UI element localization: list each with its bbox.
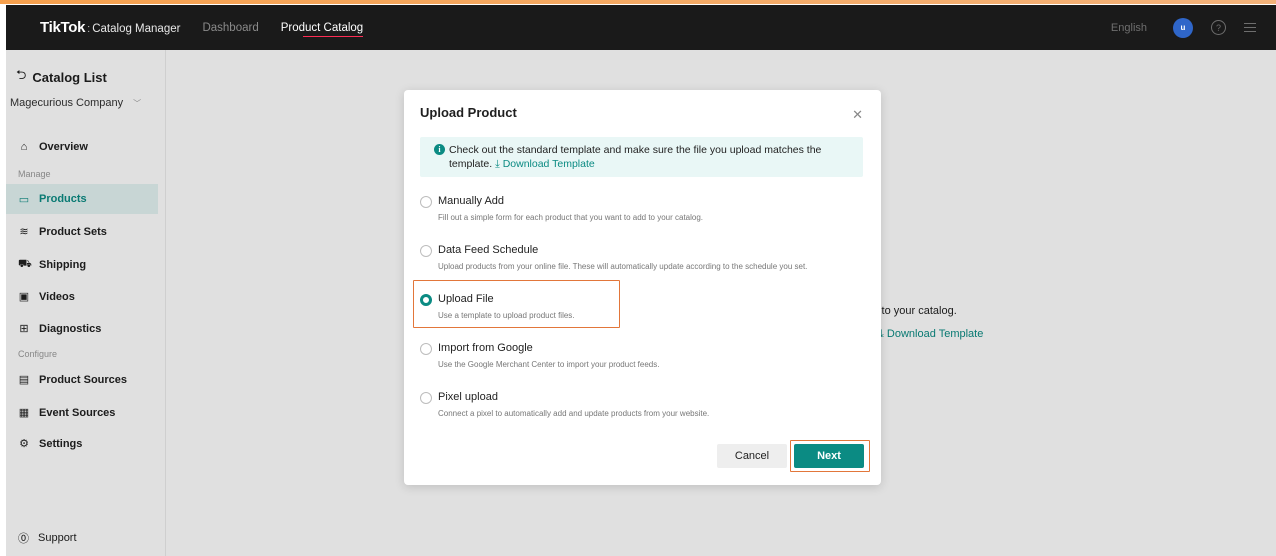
option-description: Upload products from your online file. T… [438, 262, 808, 271]
option-title: Data Feed Schedule [438, 244, 539, 256]
option-import-from-google[interactable]: Import from Google Use the Google Mercha… [420, 342, 860, 374]
option-title: Import from Google [438, 342, 533, 354]
option-data-feed-schedule[interactable]: Data Feed Schedule Upload products from … [420, 244, 860, 276]
option-title: Pixel upload [438, 391, 498, 403]
nav-dashboard[interactable]: Dashboard [202, 5, 258, 50]
next-button-highlight [790, 440, 870, 472]
help-icon[interactable]: ? [1211, 20, 1226, 35]
upload-product-modal: Upload Product ✕ i Check out the standar… [404, 90, 881, 485]
upload-file-highlight [413, 280, 620, 328]
language-selector[interactable]: English [1111, 22, 1147, 34]
option-description: Use the Google Merchant Center to import… [438, 360, 660, 369]
avatar[interactable]: u [1173, 17, 1193, 38]
brand-subtitle: Catalog Manager [92, 23, 181, 35]
radio-import-from-google[interactable] [420, 343, 432, 355]
option-title: Manually Add [438, 195, 505, 207]
radio-manually-add[interactable] [420, 196, 432, 208]
option-description: Fill out a simple form for each product … [438, 213, 704, 222]
nav-product-catalog[interactable]: Product Catalog [280, 5, 364, 50]
info-icon: i [434, 144, 445, 155]
close-icon[interactable]: ✕ [852, 107, 863, 123]
tiktok-logo: TikTok [40, 19, 86, 36]
nav-product-catalog-label: Product Catalog [280, 21, 364, 34]
template-notice: i Check out the standard template and ma… [420, 137, 863, 177]
radio-pixel-upload[interactable] [420, 392, 432, 404]
menu-icon[interactable] [1244, 23, 1256, 32]
top-right-controls: English u ? [1111, 5, 1256, 50]
download-template-label: Download Template [502, 158, 595, 170]
top-nav: Dashboard Product Catalog [202, 5, 385, 50]
option-description: Connect a pixel to automatically add and… [438, 409, 710, 418]
option-manually-add[interactable]: Manually Add Fill out a simple form for … [420, 195, 860, 227]
brand-separator: : [87, 23, 91, 35]
radio-data-feed-schedule[interactable] [420, 245, 432, 257]
download-template-link[interactable]: ⤓ Download Template [495, 158, 595, 170]
brand[interactable]: TikTok : Catalog Manager [40, 19, 180, 36]
notice-text-block: Check out the standard template and make… [449, 143, 849, 171]
modal-title: Upload Product [420, 105, 517, 120]
option-pixel-upload[interactable]: Pixel upload Connect a pixel to automati… [420, 391, 860, 423]
top-accent-bar [0, 0, 1276, 4]
top-navigation-bar: TikTok : Catalog Manager Dashboard Produ… [6, 5, 1276, 50]
cancel-button[interactable]: Cancel [717, 444, 787, 468]
